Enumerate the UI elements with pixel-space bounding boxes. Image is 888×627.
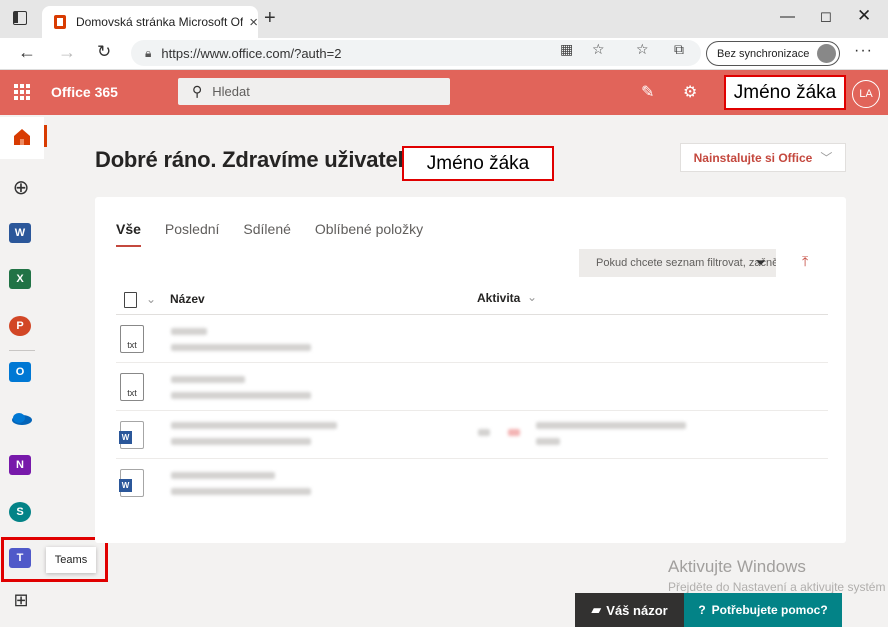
greeting-title: Dobré ráno. Zdravíme uživatele [95, 147, 416, 172]
teams-app-icon[interactable]: T [9, 548, 33, 572]
file-row[interactable]: txt [116, 315, 828, 363]
help-label: Potřebujete pomoc? [711, 603, 828, 617]
minimize-icon[interactable]: — [780, 8, 795, 25]
gear-icon[interactable]: ⚙ [683, 82, 697, 102]
redacted-text [171, 344, 311, 351]
redacted-text [171, 422, 337, 429]
redacted-text [171, 438, 311, 445]
file-type-icon[interactable] [124, 292, 137, 308]
help-button[interactable]: ? Potřebujete pomoc? [684, 593, 842, 627]
back-arrow-icon[interactable]: ← [18, 42, 36, 63]
redacted-text [171, 376, 245, 383]
collections-icon[interactable]: ⧉ [674, 41, 684, 58]
file-row[interactable]: W [116, 411, 828, 459]
tab-shared[interactable]: Sdílené [243, 221, 290, 247]
chevron-down-icon[interactable]: ⌄ [146, 292, 156, 306]
column-activity[interactable]: Aktivita [477, 291, 520, 305]
tab-favorites[interactable]: Oblíbené položky [315, 221, 423, 247]
onedrive-app-icon[interactable] [9, 408, 33, 432]
favorites-icon[interactable]: ☆ [636, 41, 649, 58]
filter-placeholder: Pokud chcete seznam filtrovat, začně [596, 257, 776, 269]
office-favicon-icon [54, 15, 66, 29]
chevron-down-icon[interactable]: ⌄ [527, 290, 537, 304]
url-field[interactable]: 🔒︎ https://www.office.com/?auth=2 [131, 40, 701, 66]
forward-arrow-icon[interactable]: → [58, 42, 76, 63]
brand-title[interactable]: Office 365 [51, 84, 118, 100]
maximize-icon[interactable]: ☐ [820, 10, 832, 26]
tab-all[interactable]: Vše [116, 221, 141, 247]
redacted-text [171, 488, 311, 495]
app-launcher-icon[interactable] [14, 84, 30, 100]
file-row[interactable]: txt [116, 363, 828, 411]
student-name-overlay: Jméno žáka [724, 75, 846, 110]
rail-divider [9, 350, 35, 351]
lock-icon: 🔒︎ [145, 45, 152, 60]
browser-tab-bar: Domovská stránka Microsoft Office × + — … [0, 0, 888, 38]
redacted-text [536, 422, 686, 429]
install-office-button[interactable]: Nainstalujte si Office ﹀ [680, 143, 846, 172]
text-file-icon: txt [120, 373, 144, 401]
avatar[interactable]: LA [852, 80, 880, 108]
tab-title: Domovská stránka Microsoft Office [75, 15, 244, 29]
column-name[interactable]: Název [170, 292, 205, 306]
documents-card: Vše Poslední Sdílené Oblíbené položky Po… [95, 197, 846, 543]
file-row[interactable]: W [116, 459, 828, 507]
teams-tooltip: Teams [46, 547, 96, 573]
redacted-avatar [478, 429, 490, 436]
home-icon [12, 127, 32, 152]
redacted-text [171, 472, 275, 479]
sync-label: Bez synchronizace [717, 47, 810, 60]
redacted-text [171, 328, 207, 335]
chat-icon: ▰ [591, 602, 602, 617]
add-favorite-icon[interactable]: ☆ [592, 41, 605, 58]
word-file-icon: W [119, 469, 144, 497]
refresh-icon[interactable]: ↻ [97, 42, 111, 62]
upload-icon[interactable]: ⤒ [802, 253, 808, 270]
profile-avatar-icon [817, 44, 836, 63]
rail-active-indicator [44, 125, 47, 147]
redacted-text [536, 438, 560, 445]
text-file-icon: txt [120, 325, 144, 353]
document-tabs: Vše Poslední Sdílené Oblíbené položky [116, 221, 447, 247]
rail-home[interactable] [0, 117, 44, 159]
sharepoint-app-icon[interactable]: S [9, 502, 33, 526]
word-file-icon: W [119, 421, 144, 449]
window-close-icon[interactable]: ✕ [857, 6, 871, 26]
sync-button[interactable]: Bez synchronizace [706, 41, 840, 66]
reader-mode-icon[interactable]: ▦ [560, 41, 573, 58]
redacted-icon [508, 429, 520, 436]
redacted-text [171, 392, 311, 399]
url-text: https://www.office.com/?auth=2 [161, 45, 342, 61]
filter-input[interactable]: Pokud chcete seznam filtrovat, začně ⏷ [579, 249, 776, 277]
outlook-app-icon[interactable]: O [9, 362, 33, 386]
word-app-icon[interactable]: W [9, 223, 33, 247]
help-icon: ? [698, 603, 706, 617]
search-icon: ⚲ [192, 83, 203, 99]
address-bar-row: ← → ↻ 🔒︎ https://www.office.com/?auth=2 … [0, 38, 888, 70]
tab-actions-icon[interactable] [13, 11, 27, 25]
feedback-label: Váš názor [606, 602, 668, 618]
windows-watermark-title: Aktivujte Windows [668, 557, 806, 576]
browser-tab[interactable]: Domovská stránka Microsoft Office × [42, 6, 258, 38]
filter-icon: ⏷ [755, 255, 766, 270]
feedback-button[interactable]: ▰ Váš názor [575, 593, 684, 627]
search-input[interactable]: ⚲ Hledat [178, 78, 450, 105]
tab-recent[interactable]: Poslední [165, 221, 219, 247]
powerpoint-app-icon[interactable]: P [9, 316, 33, 340]
create-plus-icon[interactable]: ⊕ [9, 176, 33, 200]
install-label: Nainstalujte si Office [693, 150, 813, 165]
feedback-icon[interactable]: ✎ [641, 82, 654, 102]
all-apps-icon[interactable]: ⊞ [9, 590, 33, 614]
student-name-overlay-2: Jméno žáka [402, 146, 554, 181]
more-options-icon[interactable]: ··· [854, 42, 873, 60]
new-tab-icon[interactable]: + [264, 7, 276, 30]
search-placeholder: Hledat [212, 84, 250, 99]
chevron-down-icon: ﹀ [820, 151, 833, 165]
close-icon[interactable]: × [249, 14, 258, 31]
excel-app-icon[interactable]: X [9, 269, 33, 293]
onenote-app-icon[interactable]: N [9, 455, 33, 479]
